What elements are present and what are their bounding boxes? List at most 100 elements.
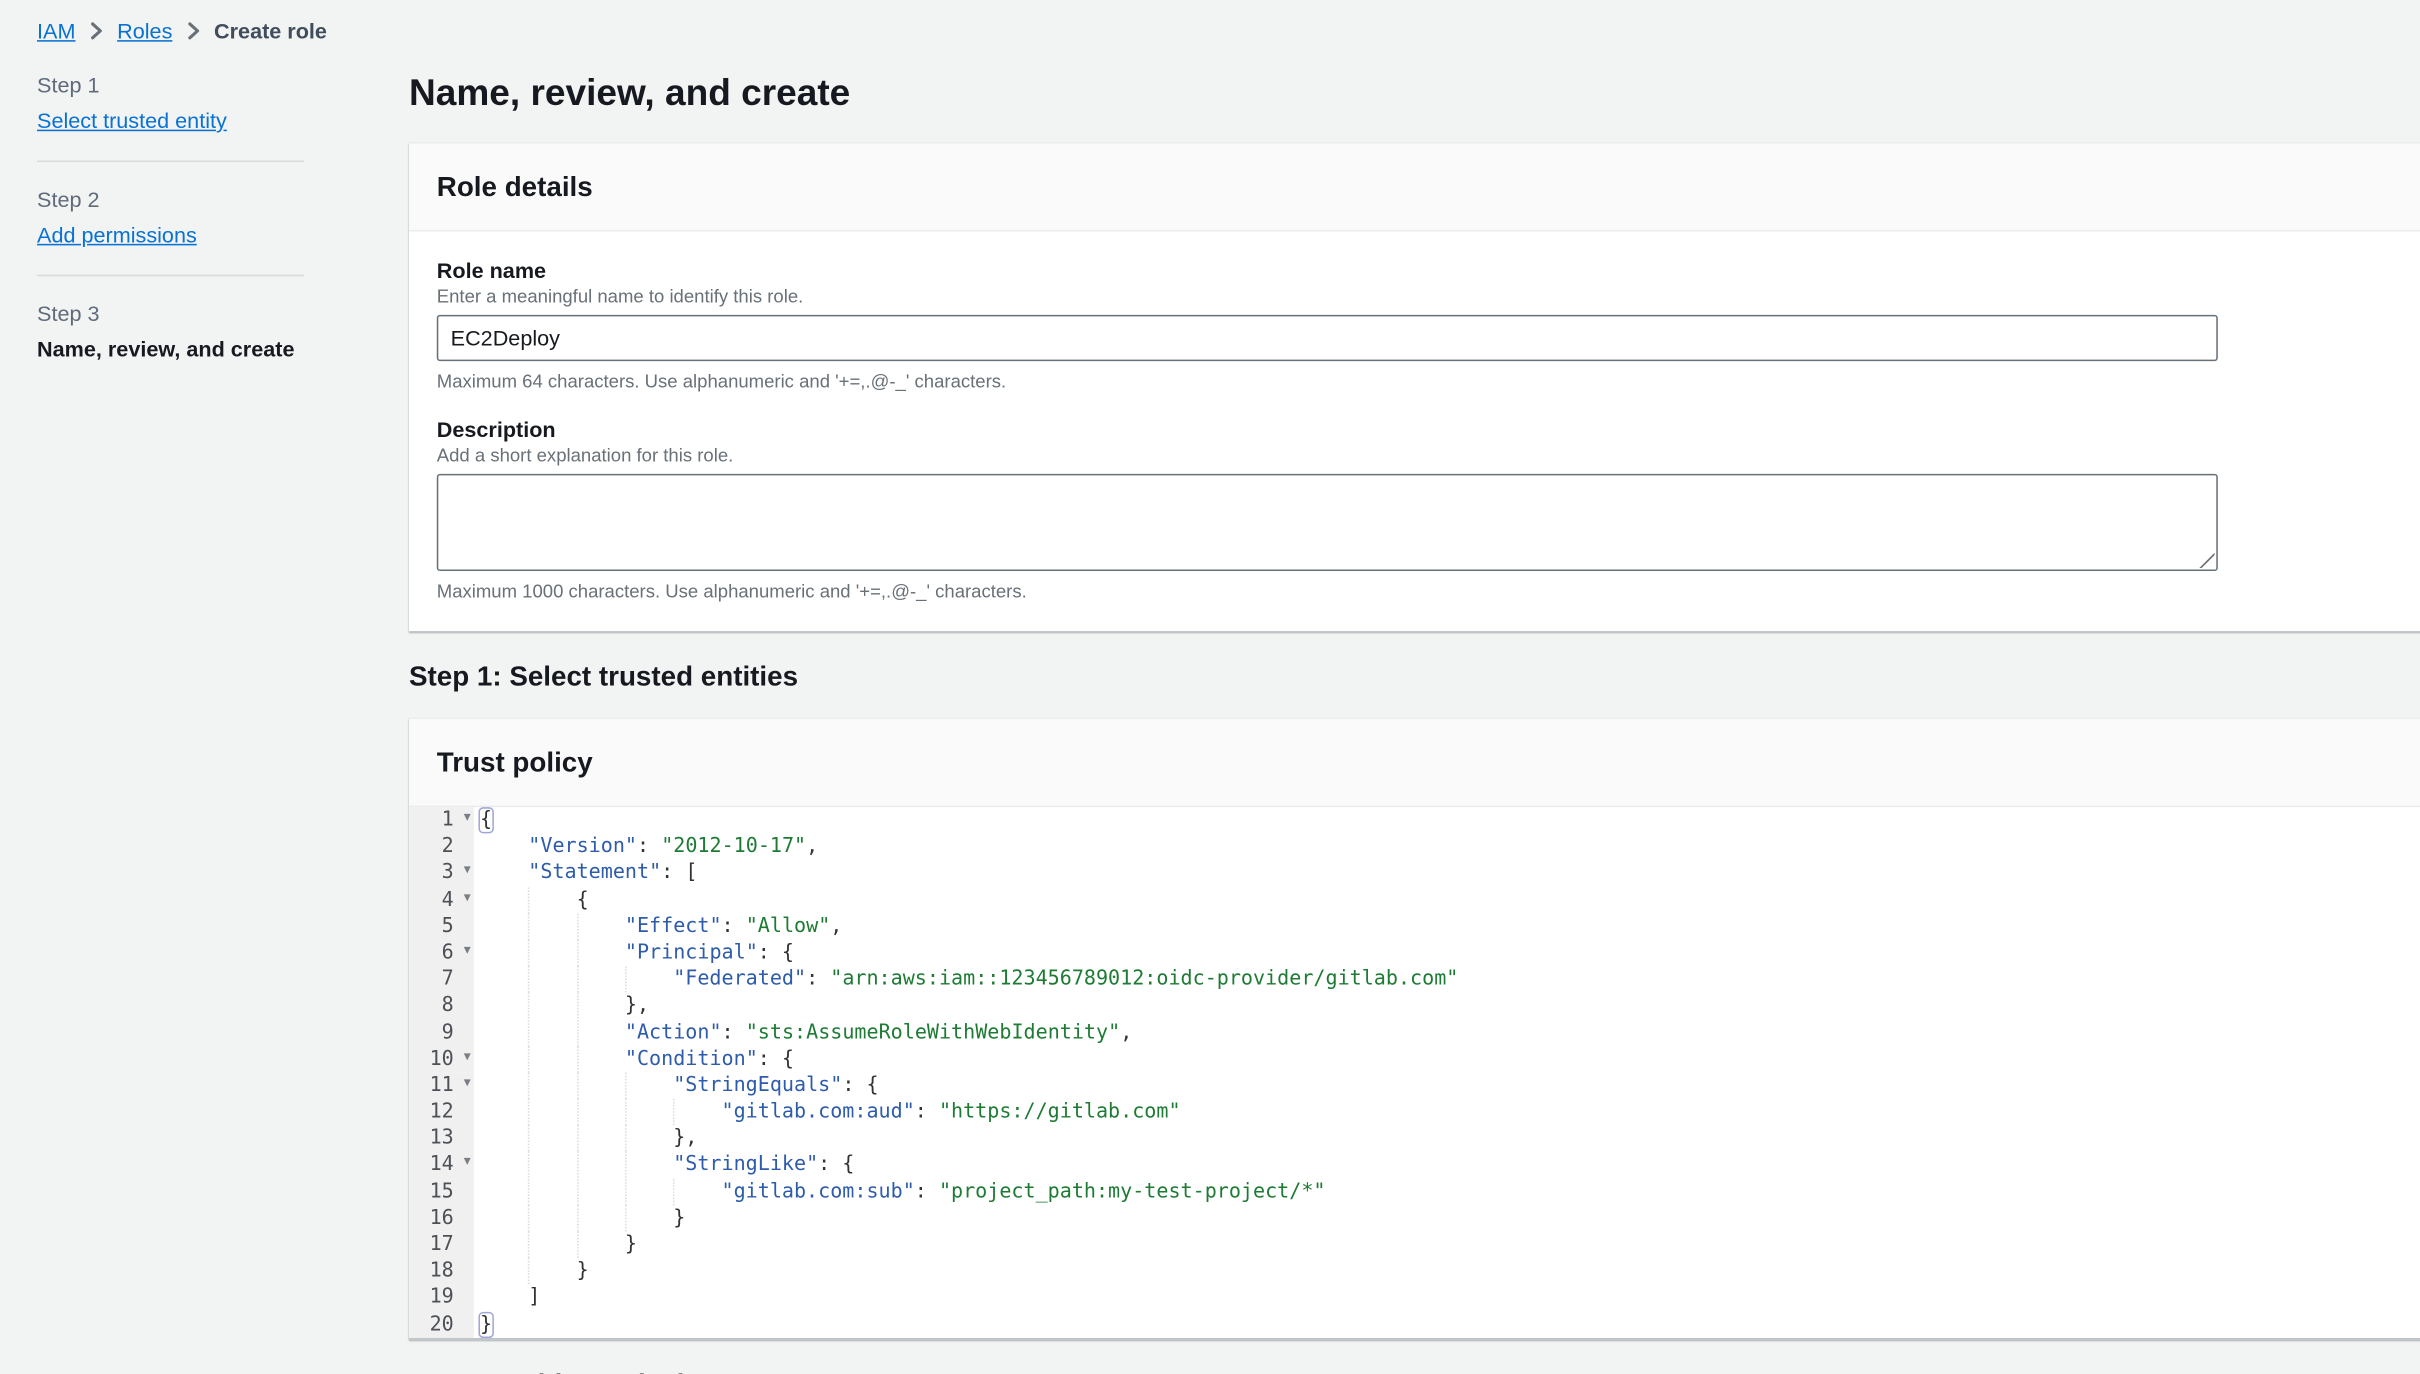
code-text[interactable]: }	[474, 1311, 494, 1338]
role-name-input[interactable]	[436, 314, 2218, 362]
line-number: 3 ▾	[408, 859, 474, 887]
description-field: Description Add a short explanation for …	[436, 415, 2420, 603]
chevron-right-icon	[186, 22, 200, 41]
line-number: 18	[408, 1258, 474, 1285]
line-number: 15	[408, 1178, 474, 1206]
fold-arrow-icon[interactable]: ▾	[464, 1150, 471, 1177]
line-number: 17	[408, 1231, 474, 1259]
code-text[interactable]: {	[474, 807, 494, 834]
step-3-label: Step 3	[37, 300, 100, 326]
fold-arrow-icon[interactable]: ▾	[464, 1044, 471, 1071]
code-line: 11 ▾ "StringEquals": {	[408, 1071, 2420, 1099]
chevron-right-icon	[89, 22, 103, 41]
code-line: 7 "Federated": "arn:aws:iam::123456789012…	[408, 966, 2420, 993]
line-number: 1 ▾	[408, 806, 474, 834]
code-text[interactable]: "Action": "sts:AssumeRoleWithWebIdentity…	[474, 1019, 1132, 1046]
line-number: 19	[408, 1284, 474, 1312]
code-line: 1 ▾{	[408, 806, 2420, 834]
code-line: 2 "Version": "2012-10-17",	[408, 833, 2420, 861]
description-constraint: Maximum 1000 characters. Use alphanumeri…	[436, 580, 1027, 602]
line-number: 9	[408, 1019, 474, 1046]
steps-nav-divider	[37, 274, 305, 277]
line-number: 11 ▾	[408, 1071, 474, 1099]
code-line: 9 "Action": "sts:AssumeRoleWithWebIdentit…	[408, 1019, 2420, 1046]
breadcrumb-link-iam[interactable]: IAM	[37, 17, 75, 45]
line-number: 8	[408, 992, 474, 1020]
code-line: 16}	[408, 1205, 2420, 1232]
code-text[interactable]: }	[474, 1231, 637, 1259]
code-text[interactable]: ]	[474, 1285, 540, 1312]
line-number: 16	[408, 1205, 474, 1232]
trust-policy-card: Trust policy 1 ▾{2 "Version": "2012-10-17"…	[408, 717, 2420, 1340]
code-line: 18}	[408, 1258, 2420, 1285]
line-number: 5	[408, 913, 474, 940]
iam-create-role-page: IAM Roles Create role Step 1 Select trus…	[0, 0, 2420, 1374]
steps-nav-step-2: Step 2 Add permissions	[37, 185, 309, 250]
code-text[interactable]: "Version": "2012-10-17",	[474, 834, 818, 861]
line-number: 20	[408, 1311, 474, 1338]
code-text[interactable]: }	[474, 1205, 685, 1232]
code-text[interactable]: "gitlab.com:sub": "project_path:my-test-…	[474, 1178, 1325, 1206]
fold-arrow-icon[interactable]: ▾	[464, 806, 471, 833]
code-line: 15 "gitlab.com:sub": "project_path:my-tes…	[408, 1178, 2420, 1206]
steps-nav: Step 1 Select trusted entity Step 2 Add …	[37, 71, 309, 1374]
breadcrumb: IAM Roles Create role	[0, 0, 2420, 46]
code-line: 17}	[408, 1231, 2420, 1259]
line-number: 4 ▾	[408, 885, 474, 914]
step2-section-heading: Step 2: Add permissions	[409, 1367, 2420, 1374]
code-text[interactable]: "Principal": {	[474, 939, 794, 967]
step-1-label: Step 1	[37, 72, 100, 98]
step-3-current: Name, review, and create	[37, 336, 295, 362]
breadcrumb-link-roles[interactable]: Roles	[117, 17, 172, 45]
trust-policy-editor[interactable]: 1 ▾{2 "Version": "2012-10-17", 3 ▾ "Statement…	[408, 805, 2420, 1340]
code-text[interactable]: "Statement": [	[474, 860, 697, 887]
steps-nav-divider	[37, 160, 305, 163]
role-name-hint: Enter a meaningful name to identify this…	[436, 285, 804, 308]
step-2-label: Step 2	[37, 186, 100, 212]
fold-arrow-icon[interactable]: ▾	[464, 1071, 471, 1098]
step-2-link-add-permissions[interactable]: Add permissions	[37, 221, 197, 249]
code-text[interactable]: "StringEquals": {	[474, 1072, 879, 1099]
role-name-field: Role name Enter a meaningful name to ide…	[436, 256, 2420, 393]
line-number: 2	[408, 833, 474, 861]
code-text[interactable]: "Federated": "arn:aws:iam::123456789012:…	[474, 966, 1458, 993]
step1-section-heading: Step 1: Select trusted entities	[408, 660, 799, 692]
code-line: 19]	[408, 1284, 2420, 1312]
line-number: 6 ▾	[408, 938, 474, 967]
code-text[interactable]: "Effect": "Allow",	[474, 913, 842, 940]
main-content: Name, review, and create Role details Ro…	[408, 46, 2420, 1374]
fold-arrow-icon[interactable]: ▾	[464, 885, 471, 912]
code-text[interactable]: },	[474, 1125, 697, 1153]
description-hint: Add a short explanation for this role.	[436, 444, 734, 467]
role-name-constraint: Maximum 64 characters. Use alphanumeric …	[436, 370, 1007, 393]
fold-arrow-icon[interactable]: ▾	[464, 859, 471, 886]
code-text[interactable]: {	[474, 886, 589, 914]
code-text[interactable]: },	[474, 992, 649, 1020]
code-text[interactable]: "gitlab.com:aud": "https://gitlab.com"	[474, 1098, 1181, 1126]
line-number: 13	[408, 1125, 474, 1153]
role-details-title: Role details	[436, 171, 593, 203]
code-text[interactable]: }	[474, 1258, 589, 1285]
code-line: 5 "Effect": "Allow",	[408, 913, 2420, 940]
breadcrumb-current: Create role	[214, 18, 327, 44]
code-text[interactable]: "Condition": {	[474, 1045, 794, 1073]
code-line: 8},	[408, 992, 2420, 1020]
role-details-header: Role details	[408, 143, 2420, 232]
page-title: Name, review, and create	[408, 72, 851, 115]
description-label: Description	[436, 416, 556, 442]
line-number: 14 ▾	[408, 1150, 474, 1179]
fold-arrow-icon[interactable]: ▾	[464, 938, 471, 965]
line-number: 10 ▾	[408, 1044, 474, 1073]
role-details-card: Role details Role name Enter a meaningfu…	[408, 141, 2420, 632]
code-line: 3 ▾ "Statement": [	[408, 859, 2420, 887]
description-textarea[interactable]	[436, 473, 2218, 572]
code-line: 12 "gitlab.com:aud": "https://gitlab.com"	[408, 1098, 2420, 1126]
step-1-link-select-trusted-entity[interactable]: Select trusted entity	[37, 106, 227, 134]
role-name-label: Role name	[436, 257, 547, 283]
code-text[interactable]: "StringLike": {	[474, 1152, 854, 1179]
trust-policy-header: Trust policy	[408, 719, 2420, 806]
code-line: 13},	[408, 1125, 2420, 1153]
code-line: 10 ▾ "Condition": {	[408, 1044, 2420, 1073]
line-number: 12	[408, 1098, 474, 1126]
code-line: 6 ▾ "Principal": {	[408, 938, 2420, 967]
